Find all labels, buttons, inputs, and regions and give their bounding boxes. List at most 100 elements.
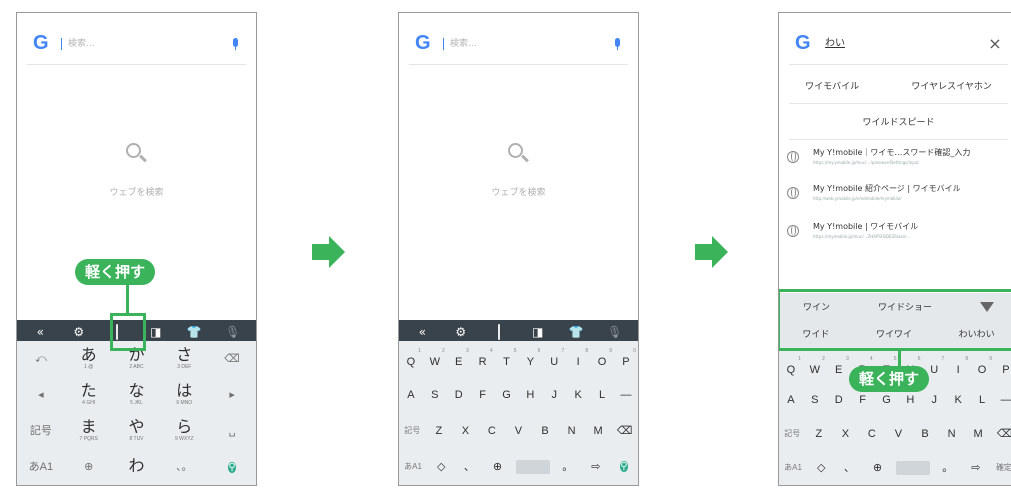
key-2[interactable]: 、 (839, 460, 859, 476)
key-6[interactable]: ⇨ (966, 460, 986, 476)
search-input[interactable]: 検索... (61, 37, 230, 50)
search-bar[interactable]: G 検索... (409, 23, 628, 65)
search-key[interactable]: ⚲ (614, 458, 634, 476)
key-6[interactable]: N (562, 423, 582, 439)
key-t[interactable]: 5T (497, 348, 516, 370)
key-3[interactable]: F (473, 387, 493, 403)
key-ra[interactable]: ら9 WXYZ (163, 420, 205, 443)
key-0[interactable]: A (781, 392, 801, 408)
key-8[interactable]: L (592, 387, 612, 403)
key-wa[interactable]: わ (115, 459, 157, 475)
key-1[interactable]: ◇ (431, 459, 451, 475)
key-6[interactable]: J (544, 387, 564, 403)
key-i[interactable]: 8I (948, 356, 969, 378)
key-1[interactable]: Z (809, 426, 829, 442)
key-ta[interactable]: た4 GHI (68, 384, 110, 407)
key-w[interactable]: 2W (425, 348, 445, 370)
key-o[interactable]: 9O (592, 348, 612, 370)
key-2[interactable]: D (829, 392, 849, 408)
key-q[interactable]: 1Q (401, 348, 421, 370)
key-9[interactable]: — (616, 387, 636, 403)
suggestion-chip[interactable]: ワイモバイル (797, 75, 867, 96)
search-bar[interactable]: G 検索... (27, 23, 246, 65)
key-q[interactable]: 1Q (781, 356, 801, 378)
key-na[interactable]: な5 JKL (115, 384, 157, 407)
key-3[interactable]: F (853, 392, 873, 408)
key-u[interactable]: 7U (544, 348, 564, 370)
search-input[interactable]: 検索... (443, 37, 612, 50)
key-2[interactable]: 、 (459, 459, 479, 475)
key-5[interactable]: H (520, 387, 540, 403)
globe-key[interactable]: ⊕ (68, 459, 110, 475)
space-key[interactable] (895, 461, 930, 475)
key-2[interactable]: X (455, 423, 475, 439)
key-6[interactable]: J (924, 392, 944, 408)
key-ya[interactable]: や8 TUV (115, 420, 157, 443)
key-ka[interactable]: か2 ABC (115, 348, 157, 371)
key-e[interactable]: 3E (829, 356, 849, 378)
suggestion-chip[interactable]: ワイヤレスイヤホン (903, 75, 999, 96)
key-1[interactable]: Z (429, 423, 449, 439)
key-i[interactable]: 8I (568, 348, 589, 370)
key-ma[interactable]: ま7 PQRS (68, 420, 110, 443)
key-5[interactable]: B (535, 423, 555, 439)
mic-icon[interactable] (230, 37, 240, 50)
key-4[interactable]: G (497, 387, 517, 403)
key-3[interactable]: C (482, 423, 502, 439)
symbol-key[interactable]: 記号 (20, 423, 62, 439)
cursor-left-key[interactable]: ◂ (20, 387, 62, 403)
key-4[interactable]: V (508, 423, 528, 439)
key-w[interactable]: 2W (805, 356, 825, 378)
suggestion-chip[interactable]: ワイルドスピード (854, 111, 942, 132)
key-p[interactable]: 0P (616, 348, 636, 370)
key-a[interactable]: あ1 @ (68, 348, 110, 371)
key-7[interactable]: M (968, 426, 988, 442)
search-result[interactable]: My Y!mobile | ワイモバイル https://mymobile.jp/… (787, 221, 1011, 251)
key-1[interactable]: S (425, 387, 445, 403)
mic-icon[interactable] (612, 37, 622, 50)
key-ha[interactable]: は6 MNO (163, 384, 205, 407)
key-5[interactable]: 。 (558, 459, 578, 475)
space-key[interactable] (515, 460, 550, 474)
key-4[interactable]: G (877, 392, 897, 408)
backspace-key[interactable]: ⌫ (211, 351, 253, 367)
key-5[interactable]: H (900, 392, 920, 408)
key-p[interactable]: 0P (996, 357, 1011, 378)
key-4[interactable]: V (888, 426, 908, 442)
key-y[interactable]: 6Y (520, 348, 541, 370)
key-5[interactable]: B (915, 426, 935, 442)
key-r[interactable]: 4R (473, 348, 493, 370)
key-5[interactable]: 。 (938, 460, 958, 476)
key-1[interactable]: ◇ (811, 460, 831, 476)
key-0[interactable]: 記号 (782, 426, 802, 442)
close-icon[interactable]: × (988, 34, 1002, 53)
key-2[interactable]: X (835, 426, 855, 442)
search-key[interactable]: ⚲ (211, 458, 253, 477)
key-8[interactable]: ⌫ (995, 426, 1011, 442)
key-0[interactable]: 記号 (402, 423, 422, 439)
search-input[interactable]: わい (823, 38, 988, 50)
undo-key[interactable]: ⤺ (20, 351, 62, 367)
key-0[interactable]: あA1 (783, 460, 803, 476)
key-3[interactable]: ⊕ (487, 459, 507, 475)
key-3[interactable]: ⊕ (867, 460, 887, 476)
punctuation-key[interactable]: 、。 (163, 459, 205, 475)
key-8[interactable]: L (972, 392, 992, 408)
key-o[interactable]: 9O (972, 356, 992, 378)
key-3[interactable]: C (862, 426, 882, 442)
key-7[interactable]: M (588, 423, 608, 439)
key-1[interactable]: S (805, 392, 825, 408)
space-key[interactable]: ␣ (211, 423, 253, 439)
search-bar[interactable]: G わい × (789, 23, 1008, 65)
cursor-right-key[interactable]: ▸ (211, 387, 253, 403)
key-0[interactable]: あA1 (403, 459, 423, 475)
key-e[interactable]: 3E (449, 348, 469, 370)
key-7[interactable]: K (568, 387, 588, 403)
key-6[interactable]: N (942, 426, 962, 442)
key-2[interactable]: D (449, 387, 469, 403)
input-mode-key[interactable]: あA1 (20, 459, 62, 475)
key-7[interactable]: 確定 (994, 460, 1011, 476)
key-7[interactable]: K (948, 392, 968, 408)
search-result[interactable]: My Y!mobile｜ワイモ…スワード確認_入力 https://my.ymob… (787, 147, 1011, 177)
search-result[interactable]: My Y!mobile 紹介ページ | ワイモバイル http://web.ymo… (787, 183, 1011, 213)
